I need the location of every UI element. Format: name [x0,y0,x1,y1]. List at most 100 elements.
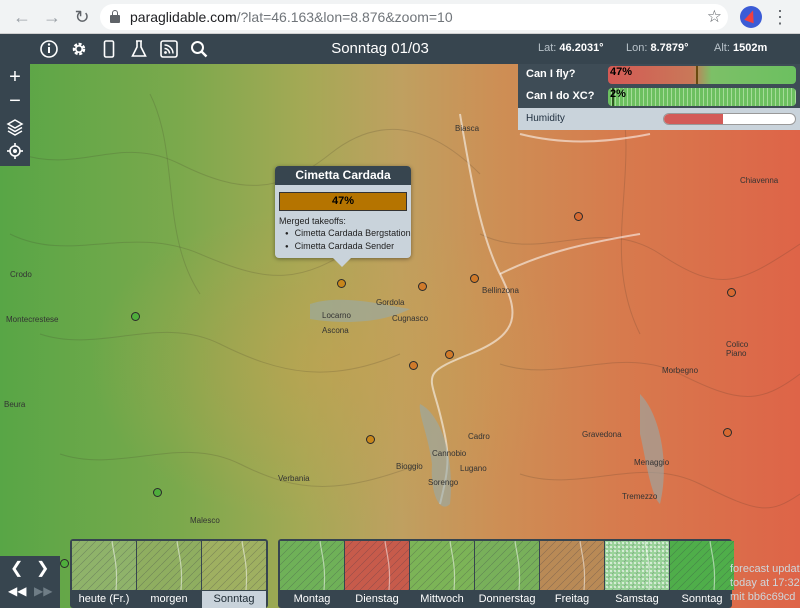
lon-readout: Lon: 8.7879° [626,42,689,54]
day-thumb-8[interactable]: Samstag [605,539,669,608]
day-thumb-3[interactable]: Montag [280,539,344,608]
map-label: Bellinzona [482,286,519,295]
reload-button[interactable]: ↻ [72,7,92,27]
takeoff-marker[interactable] [723,428,732,437]
day-label: Montag [293,593,331,605]
map-label: Cannobio [432,449,467,458]
day-thumb-5[interactable]: Mittwoch [410,539,474,608]
map-label: Biasca [455,124,480,133]
fly-bar [608,66,796,84]
day-label: Freitag [554,593,590,605]
forward-button[interactable]: → [42,7,62,27]
app: Biasca Locarno Ascona Cugnasco Gordola B… [0,34,800,608]
map-label: Tremezzo [622,492,658,501]
info-icon[interactable] [38,38,60,60]
day-thumb-1[interactable]: morgen [137,539,201,608]
locate-icon[interactable] [4,140,26,162]
map-label: Lugano [460,464,487,473]
list-item: Cimetta Cardada Bergstation [285,227,411,240]
takeoff-marker[interactable] [418,282,427,291]
forecast-note-line: today at 17:32 [730,577,800,589]
day-thumbnail [280,541,344,590]
map-label: Sorengo [428,478,459,487]
day-thumb-0[interactable]: heute (Fr.) [72,539,136,608]
takeoff-marker[interactable] [727,288,736,297]
takeoff-marker[interactable] [337,279,346,288]
layers-icon[interactable] [4,116,26,138]
day-thumb-4[interactable]: Dienstag [345,539,409,608]
popup-fly-bar: 47% [279,192,407,211]
day-thumbnail [72,541,136,590]
humidity-bar [663,113,796,125]
takeoff-marker[interactable] [574,212,583,221]
map-label: Gravedona [582,430,622,439]
map-label: Ascona [322,326,349,335]
map-label: Malesco [190,516,220,525]
day-thumb-2[interactable]: Sonntag [202,539,266,608]
popup-merged-label: Merged takeoffs: [279,216,346,226]
day-thumbnail [475,541,539,590]
bookmark-star-icon[interactable]: ☆ [707,7,722,27]
day-strip-week2: Montag Dienstag Mittwoch Donnerstag Freitag S… [278,539,734,608]
forecast-note-line: mit bb6c69cd [730,591,796,603]
day-thumb-6[interactable]: Donnerstag [475,539,539,608]
day-thumbnail [540,541,604,590]
day-thumb-7[interactable]: Freitag [540,539,604,608]
map-label: Montecrestese [6,315,59,324]
day-label: Samstag [615,593,659,605]
popup-merged-list: Cimetta Cardada Bergstation Cimetta Card… [285,227,411,253]
takeoff-marker[interactable] [470,274,479,283]
xc-bar [608,88,796,106]
extension-icon[interactable] [740,6,762,28]
takeoff-marker[interactable] [409,361,418,370]
fly-row: Can I fly? 47% [518,64,800,86]
address-bar[interactable]: paraglidable.com/?lat=46.163&lon=8.876&z… [100,4,728,30]
day-label: morgen [150,593,188,605]
map-label: Morbegno [662,366,699,375]
takeoff-marker[interactable] [131,312,140,321]
map-label: Menaggio [634,458,670,467]
map-label: Verbania [278,474,310,483]
takeoff-marker[interactable] [153,488,162,497]
zoom-in-icon[interactable]: + [4,66,26,88]
map-label: Crodo [10,270,32,279]
takeoff-marker[interactable] [366,435,375,444]
map-label: Locarno [322,311,351,320]
humidity-label: Humidity [526,113,565,124]
fast-forward-icon[interactable]: ▶▶ [34,584,52,598]
map-label: Gordola [376,298,405,307]
forecast-panel: Can I fly? 47% Can I do XC? 2% Humidity [518,64,800,130]
rss-icon[interactable] [158,38,180,60]
takeoff-marker[interactable] [445,350,454,359]
takeoff-popup: Cimetta Cardada 47% Merged takeoffs: Cim… [275,166,411,267]
search-icon[interactable] [188,38,210,60]
day-thumbnail [410,541,474,590]
popup-title: Cimetta Cardada [275,166,411,185]
phone-icon[interactable] [98,38,120,60]
list-item: Cimetta Cardada Sender [285,240,411,253]
map-controls: + − [0,64,30,166]
next-icon[interactable]: ❯ [36,558,49,578]
day-thumbnail [137,541,201,590]
map-label: Chiavenna [740,176,779,185]
day-navigation: ❮ ❯ ◀◀ ▶▶ [0,556,60,608]
url-text: paraglidable.com/?lat=46.163&lon=8.876&z… [130,9,453,25]
zoom-out-icon[interactable]: − [4,90,26,112]
back-button[interactable]: ← [12,7,32,27]
fly-value: 47% [610,66,633,78]
day-label: Sonntag [202,591,266,608]
prev-icon[interactable]: ❮ [10,558,23,578]
gear-icon[interactable] [68,38,90,60]
flask-icon[interactable] [128,38,150,60]
day-thumbnail [670,541,734,590]
day-label: heute (Fr.) [78,593,130,605]
takeoff-marker[interactable] [60,559,69,568]
day-strip-week1: heute (Fr.) morgen Sonntag [70,539,268,608]
browser-menu-icon[interactable]: ⋮ [771,6,789,28]
forecast-note: forecast update today at 17:32 mit bb6c6… [730,562,800,604]
rewind-icon[interactable]: ◀◀ [8,584,26,598]
day-thumb-9[interactable]: Sonntag [670,539,734,608]
day-thumbnail [202,541,266,590]
lock-icon [110,10,120,23]
alt-readout: Alt: 1502m [714,42,768,54]
